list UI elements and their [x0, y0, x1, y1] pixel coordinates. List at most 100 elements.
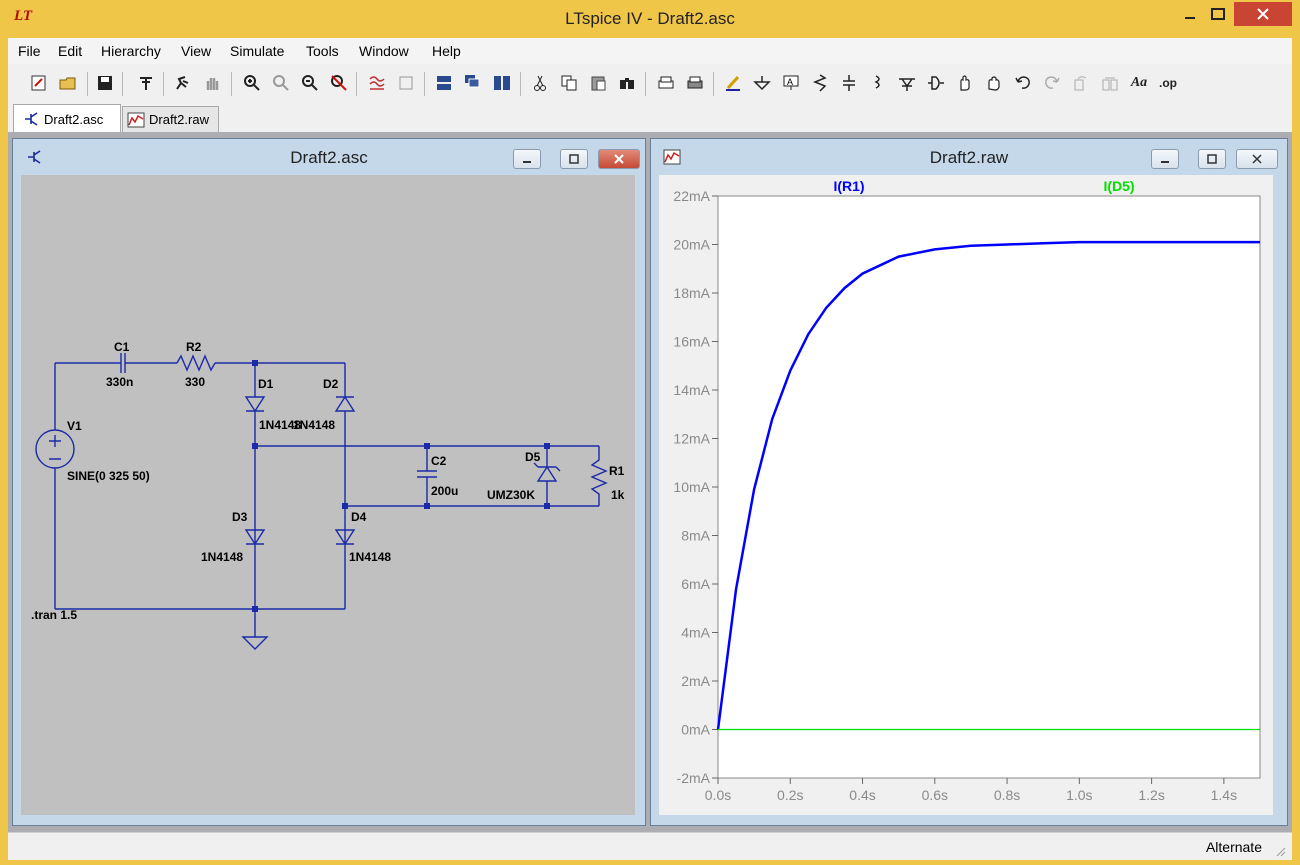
- ground-icon[interactable]: [751, 72, 773, 94]
- control-panel-icon[interactable]: [135, 72, 157, 94]
- drag-icon[interactable]: [983, 72, 1005, 94]
- component-icon[interactable]: [925, 72, 947, 94]
- d4-label: D4: [351, 510, 367, 524]
- y-tick-label: 8mA: [681, 528, 710, 544]
- v1-value: SINE(0 325 50): [67, 469, 150, 483]
- r1-label: R1: [609, 464, 625, 478]
- inductor-icon[interactable]: [867, 72, 889, 94]
- c1-value: 330n: [106, 375, 133, 389]
- cut-icon[interactable]: [529, 72, 551, 94]
- y-tick-label: 2mA: [681, 673, 710, 689]
- status-bar: Alternate: [8, 832, 1292, 860]
- open-icon[interactable]: [57, 72, 79, 94]
- capacitor-c1-plates: [120, 353, 126, 373]
- y-tick-label: -2mA: [677, 770, 711, 786]
- svg-text:A: A: [787, 77, 793, 87]
- diode-icon[interactable]: [896, 72, 918, 94]
- close-button[interactable]: [1236, 149, 1278, 169]
- minimize-button[interactable]: [1151, 149, 1179, 169]
- minimize-button[interactable]: [1176, 2, 1204, 26]
- schematic-canvas[interactable]: C1 330n R2 330 D1 1N4148 D2 1N4148 V1 SI…: [21, 175, 635, 815]
- minimize-icon: [1185, 17, 1195, 19]
- copy-icon[interactable]: [558, 72, 580, 94]
- d5-label: D5: [525, 450, 541, 464]
- y-tick-label: 0mA: [681, 722, 710, 738]
- minimize-button[interactable]: [513, 149, 541, 169]
- source-polarity: [49, 435, 61, 460]
- text-icon[interactable]: Aa: [1128, 72, 1150, 94]
- restore-button[interactable]: [560, 149, 588, 169]
- redo-icon[interactable]: [1041, 72, 1063, 94]
- save-icon[interactable]: [94, 72, 116, 94]
- close-button[interactable]: [598, 149, 640, 169]
- capacitor-icon[interactable]: [838, 72, 860, 94]
- diode-d2: [334, 395, 356, 412]
- waveform-window-titlebar[interactable]: Draft2.raw: [651, 139, 1287, 173]
- cascade-icon[interactable]: [462, 72, 484, 94]
- new-schematic-icon[interactable]: [28, 72, 50, 94]
- resistor-r1: [590, 446, 608, 506]
- schematic-window: Draft2.asc C1 330n R2 330 D1 1N4148 D2 1…: [12, 138, 646, 826]
- d4-model: 1N4148: [349, 550, 391, 564]
- undo-zoom-icon[interactable]: [395, 72, 417, 94]
- ground-symbol: [241, 609, 269, 650]
- tile-vertical-icon[interactable]: [491, 72, 513, 94]
- schematic-window-titlebar[interactable]: Draft2.asc: [13, 139, 645, 173]
- find-icon[interactable]: [616, 72, 638, 94]
- menu-view[interactable]: View: [181, 43, 211, 59]
- draw-wire-icon[interactable]: [722, 72, 744, 94]
- mirror-icon[interactable]: [1099, 72, 1121, 94]
- y-tick-label: 14mA: [673, 382, 710, 398]
- label-net-icon[interactable]: A: [780, 72, 802, 94]
- y-tick-label: 22mA: [673, 188, 710, 204]
- run-icon[interactable]: [171, 72, 193, 94]
- waveform-icon: [127, 112, 145, 127]
- menu-simulate[interactable]: Simulate: [230, 43, 284, 59]
- close-button[interactable]: [1234, 2, 1292, 26]
- tile-horizontal-icon[interactable]: [433, 72, 455, 94]
- menu-window[interactable]: Window: [359, 43, 409, 59]
- r2-label: R2: [186, 340, 202, 354]
- d2-model: 1N4148: [293, 418, 335, 432]
- zoom-in-icon[interactable]: [241, 72, 263, 94]
- close-icon: [614, 154, 624, 164]
- tab-draft2-asc[interactable]: Draft2.asc: [13, 104, 121, 133]
- zoom-cancel-icon[interactable]: [328, 72, 350, 94]
- menu-hierarchy[interactable]: Hierarchy: [101, 43, 161, 59]
- resistor-icon[interactable]: [809, 72, 831, 94]
- mdi-client-area: Draft2.asc C1 330n R2 330 D1 1N4148 D2 1…: [8, 132, 1292, 832]
- y-tick-label: 16mA: [673, 334, 710, 350]
- print-preview-icon[interactable]: [655, 72, 677, 94]
- undo-icon[interactable]: [1012, 72, 1034, 94]
- restore-button[interactable]: [1198, 149, 1226, 169]
- x-tick-label: 0.8s: [994, 787, 1020, 803]
- x-tick-label: 0.0s: [705, 787, 731, 803]
- c1-label: C1: [114, 340, 130, 354]
- resize-grip-icon[interactable]: [1276, 847, 1286, 857]
- r2-value: 330: [185, 375, 205, 389]
- tab-draft2-raw[interactable]: Draft2.raw: [122, 106, 219, 132]
- move-icon[interactable]: [954, 72, 976, 94]
- spice-directive-icon[interactable]: .op: [1157, 72, 1179, 94]
- halt-icon[interactable]: [201, 72, 223, 94]
- zoom-out-icon[interactable]: [299, 72, 321, 94]
- autorange-icon[interactable]: [366, 72, 388, 94]
- c2-label: C2: [431, 454, 447, 468]
- menu-edit[interactable]: Edit: [58, 43, 82, 59]
- menu-help[interactable]: Help: [432, 43, 461, 59]
- d3-label: D3: [232, 510, 248, 524]
- zoom-full-icon[interactable]: [270, 72, 292, 94]
- menu-tools[interactable]: Tools: [306, 43, 339, 59]
- tab-label: Draft2.asc: [44, 111, 104, 127]
- waveform-plot-area[interactable]: -2mA 0mA 2mA 4mA 6mA 8mA 10mA 12mA 14mA 16mA 18mA 2…: [659, 175, 1273, 815]
- window-title: LTspice IV - Draft2.asc: [565, 9, 735, 28]
- rotate-icon[interactable]: [1070, 72, 1092, 94]
- print-icon[interactable]: [684, 72, 706, 94]
- tran-directive: .tran 1.5: [31, 608, 77, 622]
- paste-icon[interactable]: [587, 72, 609, 94]
- v1-label: V1: [67, 419, 82, 433]
- menu-file[interactable]: File: [18, 43, 41, 59]
- minimize-icon: [1161, 161, 1169, 163]
- c2-value: 200u: [431, 484, 458, 498]
- maximize-button[interactable]: [1204, 2, 1232, 26]
